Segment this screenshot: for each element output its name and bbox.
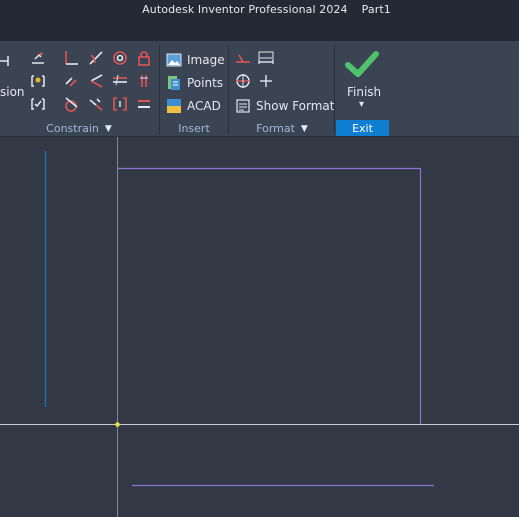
panel-divider <box>334 45 335 135</box>
finish-sketch-button[interactable]: Finish ▾ <box>338 47 388 117</box>
tangent-icon[interactable] <box>88 50 104 66</box>
collinear-icon[interactable] <box>112 73 128 89</box>
coincident-icon[interactable] <box>88 73 104 89</box>
checkmark-icon <box>345 51 379 77</box>
symmetry-brackets-icon[interactable] <box>112 96 128 112</box>
show-constraints-icon[interactable] <box>30 73 46 89</box>
smooth-icon[interactable] <box>63 96 79 112</box>
image-button[interactable]: Image <box>166 51 225 69</box>
fix-lock-icon[interactable] <box>136 50 152 66</box>
centerline-icon[interactable] <box>235 73 251 89</box>
show-format-icon <box>236 99 250 113</box>
chevron-down-icon[interactable]: ▼ <box>105 124 112 134</box>
image-icon <box>166 53 182 67</box>
graphics-canvas[interactable] <box>0 137 519 517</box>
symmetric-icon[interactable] <box>88 96 104 112</box>
title-bar: Autodesk Inventor Professional 2024 Part… <box>0 0 519 41</box>
concentric-icon[interactable] <box>112 50 128 66</box>
acad-icon <box>167 99 181 113</box>
document-name: Part1 <box>361 3 391 16</box>
constrain-panel-title[interactable]: Constrain ▼ <box>0 121 158 136</box>
window-title: Autodesk Inventor Professional 2024 <box>142 3 348 16</box>
sketch-geometry <box>0 137 519 517</box>
constraint-settings-icon[interactable] <box>30 50 46 66</box>
acad-button[interactable]: ACAD <box>166 97 221 115</box>
insert-panel-title: Insert <box>178 122 210 135</box>
format-panel-title[interactable]: Format ▼ <box>229 121 335 136</box>
parallel-icon[interactable] <box>63 73 79 89</box>
exit-panel-title: Exit <box>336 120 389 136</box>
relax-mode-icon[interactable] <box>30 96 46 112</box>
construction-line-icon[interactable] <box>235 50 251 66</box>
finish-dropdown-icon[interactable]: ▾ <box>359 99 364 110</box>
driven-dimension-icon[interactable] <box>258 50 274 66</box>
vertical-constraint-icon[interactable] <box>136 73 152 89</box>
points-icon <box>168 76 180 90</box>
sketch-rectangle <box>118 167 422 424</box>
origin-point <box>115 422 120 427</box>
finish-label: Finish <box>347 85 382 99</box>
dimension-icon[interactable] <box>0 53 10 69</box>
dimension-button-label[interactable]: sion <box>0 85 25 99</box>
show-format-button[interactable]: Show Format <box>235 97 334 115</box>
center-point-icon[interactable] <box>258 73 274 89</box>
ribbon: sion Constrain ▼ Image Points ACAD Inser… <box>0 41 519 137</box>
equal-icon[interactable] <box>136 96 152 112</box>
points-button[interactable]: Points <box>166 74 223 92</box>
chevron-down-icon[interactable]: ▼ <box>301 124 308 134</box>
perpendicular-icon[interactable] <box>63 50 79 66</box>
